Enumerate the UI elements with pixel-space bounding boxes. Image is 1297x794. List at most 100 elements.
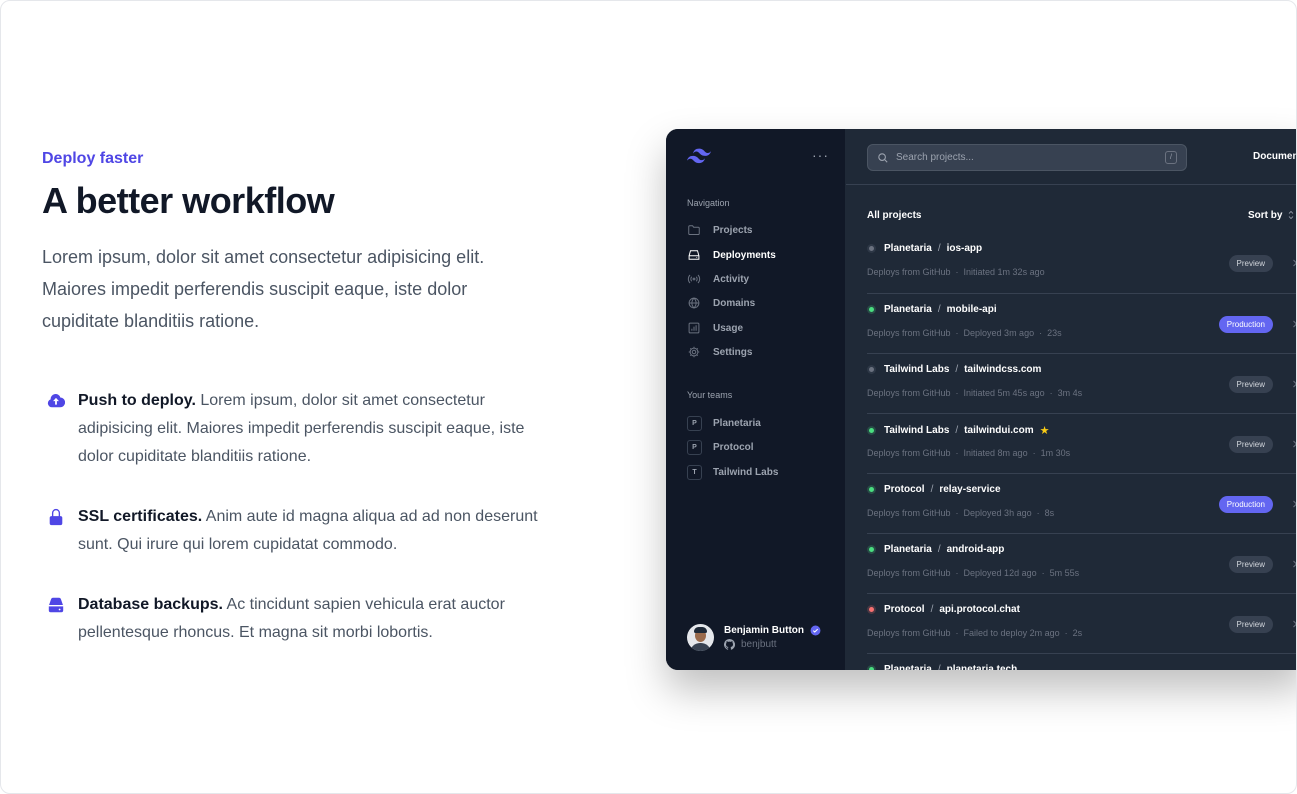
- more-options-button[interactable]: ···: [812, 147, 829, 163]
- meta-dot: ·: [955, 267, 959, 277]
- project-team: Planetaria: [884, 664, 932, 670]
- eyebrow: Deploy faster: [42, 150, 144, 167]
- separator: /: [955, 425, 959, 436]
- project-source: Deploys from GitHub: [867, 328, 951, 338]
- star-icon: ★: [1039, 425, 1050, 437]
- sidebar-item-settings[interactable]: Settings: [687, 343, 752, 361]
- project-row[interactable]: Protocol / api.protocol.chat Deploys from G…: [867, 593, 1297, 653]
- project-meta: Deploys from GitHub · Initiated 8m ago · 1m …: [867, 448, 1070, 458]
- project-meta: Deploys from GitHub · Deployed 3h ago · 8s: [867, 508, 1054, 518]
- search-input[interactable]: [896, 152, 1146, 163]
- tailwind-logo-icon: [687, 148, 711, 164]
- meta-dot: ·: [1041, 568, 1045, 578]
- meta-dot: ·: [1039, 328, 1043, 338]
- sort-button[interactable]: Sort by: [1248, 209, 1296, 221]
- feature-title: SSL certificates.: [78, 508, 203, 525]
- environment-badge: Preview: [1228, 616, 1273, 633]
- feature-list: Push to deploy. Lorem ipsum, dolor sit a…: [42, 387, 562, 647]
- project-meta: Deploys from GitHub · Initiated 1m 32s ago: [867, 267, 1045, 277]
- sidebar-item-label: Deployments: [713, 249, 776, 261]
- sidebar-item-label: Usage: [713, 322, 744, 334]
- project-duration: 3m 4s: [1057, 388, 1083, 398]
- project-title: Planetaria / android-app: [867, 544, 1004, 555]
- project-detail: Initiated 8m ago: [963, 448, 1028, 458]
- meta-dot: ·: [1064, 628, 1068, 638]
- user-handle-row: benjbutt: [724, 639, 821, 650]
- project-row[interactable]: Protocol / relay-service Deploys from GitHu…: [867, 473, 1297, 533]
- feature-title: Database backups.: [78, 596, 223, 613]
- chevron-right-icon[interactable]: [1290, 378, 1297, 390]
- meta-dot: ·: [955, 388, 959, 398]
- meta-dot: ·: [955, 448, 959, 458]
- project-title: Protocol / api.protocol.chat: [867, 604, 1020, 615]
- chevron-right-icon[interactable]: [1290, 558, 1297, 570]
- project-name: relay-service: [939, 484, 1001, 495]
- search-box[interactable]: /: [867, 144, 1187, 171]
- project-source: Deploys from GitHub: [867, 568, 951, 578]
- team-label: Protocol: [713, 441, 754, 453]
- separator: /: [937, 304, 941, 315]
- project-source: Deploys from GitHub: [867, 628, 951, 638]
- feature-item: Push to deploy. Lorem ipsum, dolor sit a…: [42, 387, 542, 471]
- project-name: planetaria.tech: [946, 664, 1018, 670]
- project-row[interactable]: Tailwind Labs / tailwindcss.com Deploys fro…: [867, 353, 1297, 413]
- lead-paragraph: Lorem ipsum, dolor sit amet consectetur …: [42, 247, 485, 331]
- project-duration: 8s: [1044, 508, 1055, 518]
- search-shortcut: /: [1165, 151, 1177, 164]
- project-row[interactable]: Planetaria / mobile-api Deploys from GitHub…: [867, 293, 1297, 353]
- project-row[interactable]: Tailwind Labs / tailwindui.com ★ Deploys fro…: [867, 413, 1297, 473]
- project-row[interactable]: Planetaria / android-app Deploys from GitHu…: [867, 533, 1297, 593]
- sidebar-team-protocol[interactable]: P Protocol: [687, 438, 754, 456]
- project-detail: Failed to deploy 2m ago: [963, 628, 1060, 638]
- sidebar-item-activity[interactable]: Activity: [687, 270, 749, 288]
- meta-dot: ·: [1032, 448, 1036, 458]
- separator: /: [937, 243, 941, 254]
- project-meta: Deploys from GitHub · Deployed 3m ago · 23s: [867, 328, 1062, 338]
- chevron-right-icon[interactable]: [1290, 438, 1297, 450]
- feature-item: SSL certificates. Anim aute id magna ali…: [42, 503, 542, 559]
- meta-dot: ·: [955, 568, 959, 578]
- sidebar-team-tailwind-labs[interactable]: T Tailwind Labs: [687, 463, 778, 481]
- project-row[interactable]: Planetaria / ios-app Deploys from GitHub · In…: [867, 233, 1297, 293]
- project-source: Deploys from GitHub: [867, 448, 951, 458]
- environment-badge: Production: [1218, 496, 1273, 513]
- sidebar-item-domains[interactable]: Domains: [687, 294, 755, 312]
- status-indicator: [867, 665, 876, 670]
- team-label: Tailwind Labs: [713, 466, 779, 478]
- project-name: tailwindcss.com: [964, 364, 1042, 375]
- project-meta: Deploys from GitHub · Initiated 5m 45s ago…: [867, 388, 1082, 398]
- environment-badge: Preview: [1228, 255, 1273, 272]
- project-title: Tailwind Labs / tailwindcss.com: [867, 364, 1041, 375]
- globe-icon: [688, 297, 700, 309]
- sidebar-item-deployments[interactable]: Deployments: [687, 246, 776, 264]
- feature-section: Deploy faster A better workflow Lorem ip…: [42, 149, 562, 647]
- project-team: Protocol: [884, 484, 925, 495]
- project-team: Tailwind Labs: [884, 364, 950, 375]
- sidebar-item-projects[interactable]: Projects: [687, 221, 752, 239]
- documentation-link[interactable]: Documentation: [1253, 151, 1296, 162]
- environment-badge: Preview: [1228, 436, 1273, 453]
- separator: /: [937, 664, 941, 670]
- sidebar-team-planetaria[interactable]: P Planetaria: [687, 414, 761, 432]
- sidebar: ··· Navigation Projects Deployments Acti…: [666, 129, 846, 670]
- chevron-right-icon[interactable]: [1290, 257, 1297, 269]
- status-indicator: [867, 365, 876, 374]
- environment-badge: Preview: [1228, 376, 1273, 393]
- search-icon: [878, 152, 888, 163]
- chevron-right-icon[interactable]: [1290, 498, 1297, 510]
- chevron-right-icon[interactable]: [1290, 618, 1297, 630]
- chevron-right-icon[interactable]: [1290, 318, 1297, 330]
- project-row[interactable]: Planetaria / planetaria.tech: [867, 653, 1296, 670]
- status-indicator: [867, 485, 876, 494]
- sidebar-item-usage[interactable]: Usage: [687, 319, 743, 337]
- status-indicator: [867, 605, 876, 614]
- project-team: Protocol: [884, 604, 925, 615]
- team-initial: P: [687, 415, 702, 431]
- user-profile[interactable]: Benjamin Button benjbutt: [687, 624, 821, 651]
- team-label: Planetaria: [713, 417, 761, 429]
- project-name: mobile-api: [946, 304, 997, 315]
- chart-bar-icon: [688, 322, 700, 334]
- list-header: All projects Sort by: [867, 209, 1296, 223]
- topbar: / Documentation: [846, 129, 1296, 185]
- project-duration: 5m 55s: [1049, 568, 1080, 578]
